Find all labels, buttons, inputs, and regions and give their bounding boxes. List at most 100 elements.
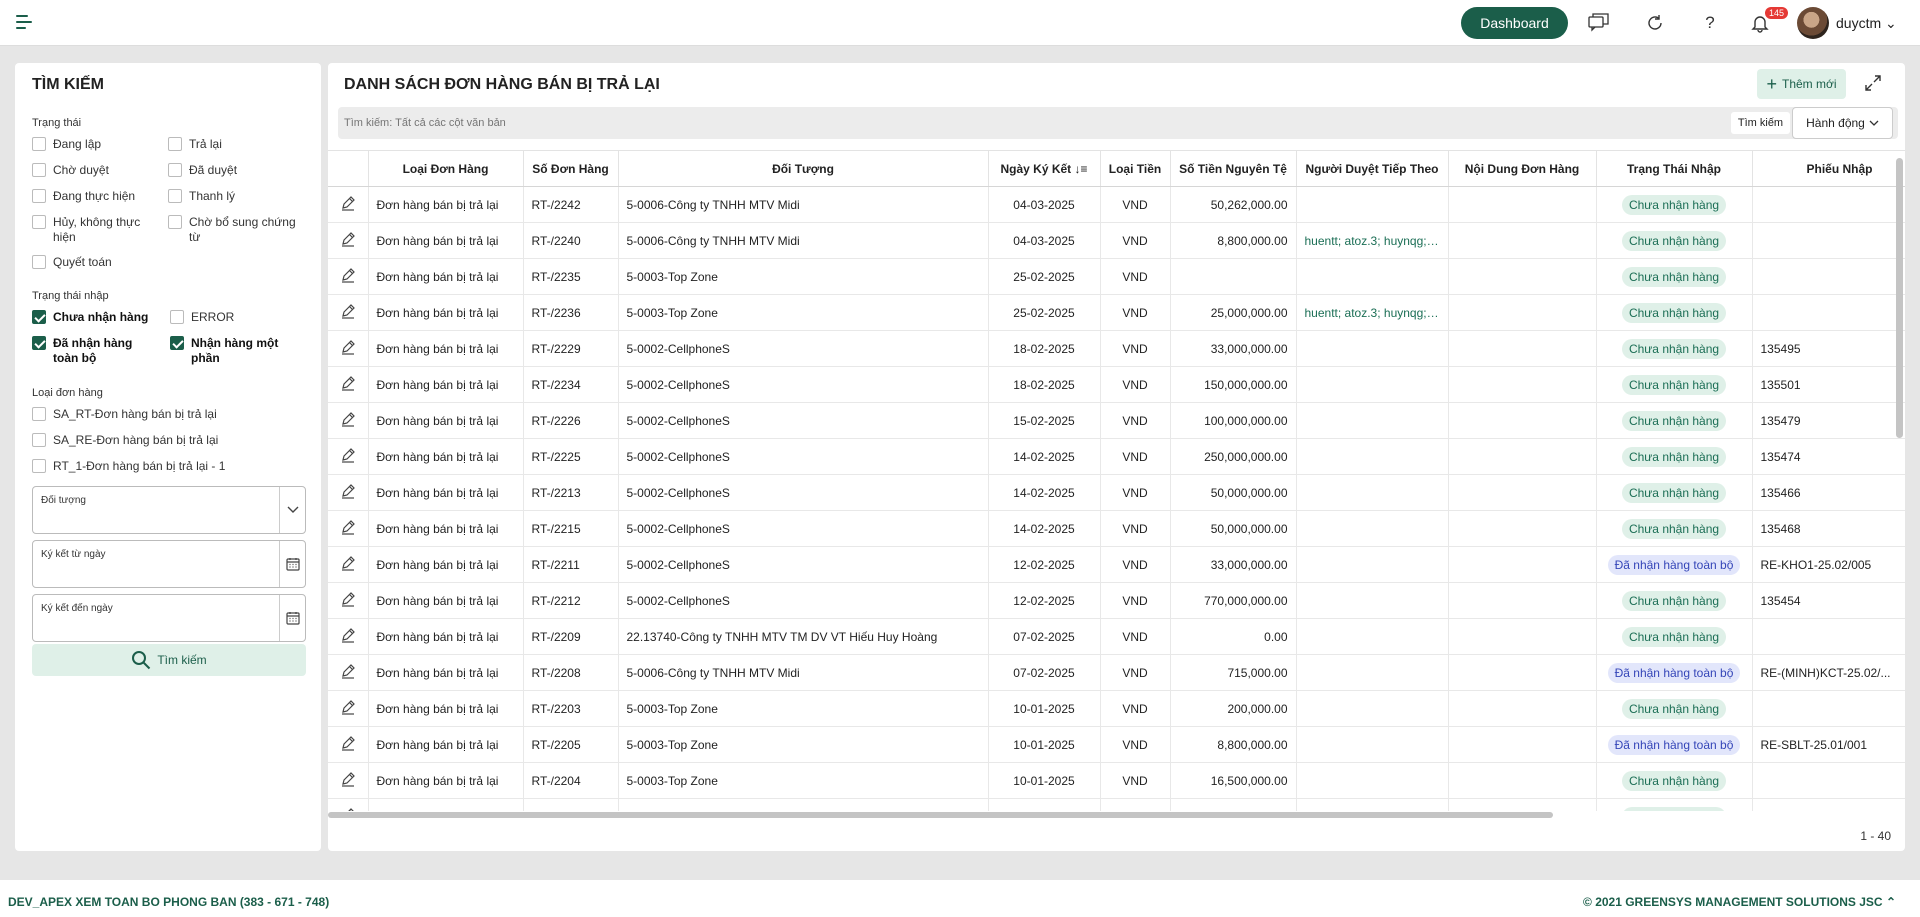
status-option[interactable]: Chờ bổ sung chứng từ bbox=[168, 215, 303, 245]
checkbox[interactable] bbox=[32, 215, 46, 229]
edit-icon[interactable] bbox=[340, 520, 356, 538]
checkbox[interactable] bbox=[168, 137, 182, 151]
status-option[interactable]: Đang lập bbox=[32, 137, 101, 152]
column-header[interactable]: Phiếu Nhập bbox=[1752, 150, 1905, 187]
filter-search-button[interactable]: Tìm kiếm bbox=[32, 644, 306, 676]
checkbox[interactable] bbox=[32, 459, 46, 473]
checkbox[interactable] bbox=[32, 255, 46, 269]
table-row[interactable]: Đơn hàng bán bị trả lại RT-/2212 5-0002-Ce… bbox=[328, 582, 1905, 619]
import-status-option[interactable]: Chưa nhận hàng bbox=[32, 310, 148, 325]
table-row[interactable]: Đơn hàng bán bị trả lại RT-/2204 5-0003-To… bbox=[328, 762, 1905, 799]
checkbox[interactable] bbox=[168, 163, 182, 177]
order-type-option[interactable]: SA_RE-Đơn hàng bán bị trả lại bbox=[32, 433, 218, 448]
column-header[interactable]: Nội Dung Đơn Hàng bbox=[1448, 150, 1597, 187]
column-header[interactable]: Loại Đơn Hàng bbox=[368, 150, 524, 187]
checkbox[interactable] bbox=[32, 163, 46, 177]
calendar-icon[interactable] bbox=[279, 541, 305, 587]
table-row[interactable]: Đơn hàng bán bị trả lại RT-/2203 5-0003-To… bbox=[328, 690, 1905, 727]
help-icon[interactable]: ? bbox=[1698, 11, 1722, 35]
import-status-option[interactable]: ERROR bbox=[170, 310, 234, 325]
checkbox[interactable] bbox=[32, 336, 46, 350]
edit-icon[interactable] bbox=[340, 736, 356, 754]
actions-button[interactable]: Hành động bbox=[1792, 107, 1893, 139]
status-option[interactable]: Thanh lý bbox=[168, 189, 235, 204]
import-status-option[interactable]: Đã nhận hàng toàn bộ bbox=[32, 336, 160, 366]
checkbox[interactable] bbox=[168, 189, 182, 203]
table-row[interactable]: Đơn hàng bán bị trả lại RT-/2236 5-0003-To… bbox=[328, 294, 1905, 331]
order-type-option[interactable]: RT_1-Đơn hàng bán bị trả lại - 1 bbox=[32, 459, 225, 474]
edit-icon[interactable] bbox=[340, 304, 356, 322]
menu-icon[interactable] bbox=[16, 15, 34, 29]
table-row[interactable]: Đơn hàng bán bị trả lại RT-/2225 5-0002-Ce… bbox=[328, 438, 1905, 475]
order-type-option[interactable]: SA_RT-Đơn hàng bán bị trả lại bbox=[32, 407, 217, 422]
table-row[interactable]: Đơn hàng bán bị trả lại RT-/2229 5-0002-Ce… bbox=[328, 330, 1905, 367]
chat-icon[interactable] bbox=[1587, 11, 1611, 35]
checkbox[interactable] bbox=[32, 310, 46, 324]
calendar-icon[interactable] bbox=[279, 595, 305, 641]
column-header[interactable]: Trạng Thái Nhập bbox=[1596, 150, 1753, 187]
checkbox[interactable] bbox=[32, 137, 46, 151]
table-search-input[interactable] bbox=[344, 113, 1444, 133]
edit-icon[interactable] bbox=[340, 376, 356, 394]
edit-icon[interactable] bbox=[340, 772, 356, 790]
checkbox[interactable] bbox=[168, 215, 182, 229]
import-status-option[interactable]: Nhận hàng một phần bbox=[170, 336, 298, 366]
edit-icon[interactable] bbox=[340, 592, 356, 610]
to-date-field[interactable]: Ký kết đến ngày bbox=[32, 594, 306, 642]
checkbox[interactable] bbox=[32, 407, 46, 421]
table-search-button[interactable]: Tìm kiếm bbox=[1731, 112, 1790, 134]
column-header[interactable]: Đối Tượng bbox=[618, 150, 989, 187]
horizontal-scrollbar[interactable] bbox=[328, 812, 1553, 818]
table-row[interactable]: Đơn hàng bán bị trả lại RT-/2235 5-0003-To… bbox=[328, 258, 1905, 295]
edit-icon[interactable] bbox=[340, 628, 356, 646]
chevron-up-icon[interactable]: ⌃ bbox=[1886, 895, 1896, 909]
status-option[interactable]: Chờ duyệt bbox=[32, 163, 109, 178]
column-header-sorted[interactable]: Ngày Ký Kết ↓≡ bbox=[988, 150, 1101, 187]
edit-icon[interactable] bbox=[340, 196, 356, 214]
edit-icon[interactable] bbox=[340, 700, 356, 718]
edit-icon[interactable] bbox=[340, 268, 356, 286]
vertical-scrollbar[interactable] bbox=[1896, 158, 1903, 438]
avatar[interactable] bbox=[1797, 7, 1829, 39]
checkbox[interactable] bbox=[170, 310, 184, 324]
expand-icon[interactable] bbox=[1864, 74, 1884, 94]
object-select[interactable]: Đối tượng bbox=[32, 486, 306, 534]
table-row[interactable]: Đơn hàng bán bị trả lại RT-/2234 5-0002-Ce… bbox=[328, 366, 1905, 403]
edit-icon[interactable] bbox=[340, 232, 356, 250]
table-row[interactable]: Đơn hàng bán bị trả lại RT-/2211 5-0002-Ce… bbox=[328, 546, 1905, 583]
edit-icon[interactable] bbox=[340, 484, 356, 502]
refresh-icon[interactable] bbox=[1643, 11, 1667, 35]
status-option[interactable]: Trả lại bbox=[168, 137, 222, 152]
table-row[interactable]: Đơn hàng bán bị trả lại RT-/2242 5-0006-Cô… bbox=[328, 186, 1905, 223]
edit-icon[interactable] bbox=[340, 412, 356, 430]
from-date-field[interactable]: Ký kết từ ngày bbox=[32, 540, 306, 588]
table-row[interactable]: Đơn hàng bán bị trả lại RT-/2213 5-0002-Ce… bbox=[328, 474, 1905, 511]
edit-icon[interactable] bbox=[340, 664, 356, 682]
edit-icon[interactable] bbox=[340, 556, 356, 574]
status-option[interactable]: Đang thực hiện bbox=[32, 189, 135, 204]
dashboard-button[interactable]: Dashboard bbox=[1461, 7, 1568, 39]
table-row[interactable]: Đơn hàng bán bị trả lại RT-/2215 5-0002-Ce… bbox=[328, 510, 1905, 547]
table-row[interactable]: Đơn hàng bán bị trả lại RT-/2240 5-0006-Cô… bbox=[328, 222, 1905, 259]
column-header[interactable]: Người Duyệt Tiếp Theo bbox=[1296, 150, 1449, 187]
edit-icon[interactable] bbox=[340, 340, 356, 358]
table-cell: 12-02-2025 bbox=[988, 546, 1101, 583]
table-row[interactable]: Đơn hàng bán bị trả lạiRT-/22025-0001-FP… bbox=[328, 798, 1905, 811]
table-row[interactable]: Đơn hàng bán bị trả lại RT-/2205 5-0003-To… bbox=[328, 726, 1905, 763]
checkbox[interactable] bbox=[32, 189, 46, 203]
column-header[interactable]: Số Đơn Hàng bbox=[523, 150, 619, 187]
status-option[interactable]: Hủy, không thực hiện bbox=[32, 215, 152, 245]
column-header[interactable]: Số Tiền Nguyên Tệ bbox=[1170, 150, 1297, 187]
status-option[interactable]: Đã duyệt bbox=[168, 163, 237, 178]
add-new-button[interactable]: + Thêm mới bbox=[1757, 69, 1846, 99]
table-row[interactable]: Đơn hàng bán bị trả lại RT-/2226 5-0002-Ce… bbox=[328, 402, 1905, 439]
table-row[interactable]: Đơn hàng bán bị trả lại RT-/2209 22.13740-… bbox=[328, 618, 1905, 655]
edit-icon[interactable] bbox=[340, 448, 356, 466]
checkbox[interactable] bbox=[32, 433, 46, 447]
status-option[interactable]: Quyết toán bbox=[32, 255, 112, 270]
chevron-down-icon[interactable] bbox=[279, 487, 305, 533]
table-row[interactable]: Đơn hàng bán bị trả lại RT-/2208 5-0006-Cô… bbox=[328, 654, 1905, 691]
column-header[interactable]: Loại Tiền bbox=[1100, 150, 1171, 187]
username-menu[interactable]: duyctm ⌄ bbox=[1836, 15, 1897, 32]
checkbox[interactable] bbox=[170, 336, 184, 350]
